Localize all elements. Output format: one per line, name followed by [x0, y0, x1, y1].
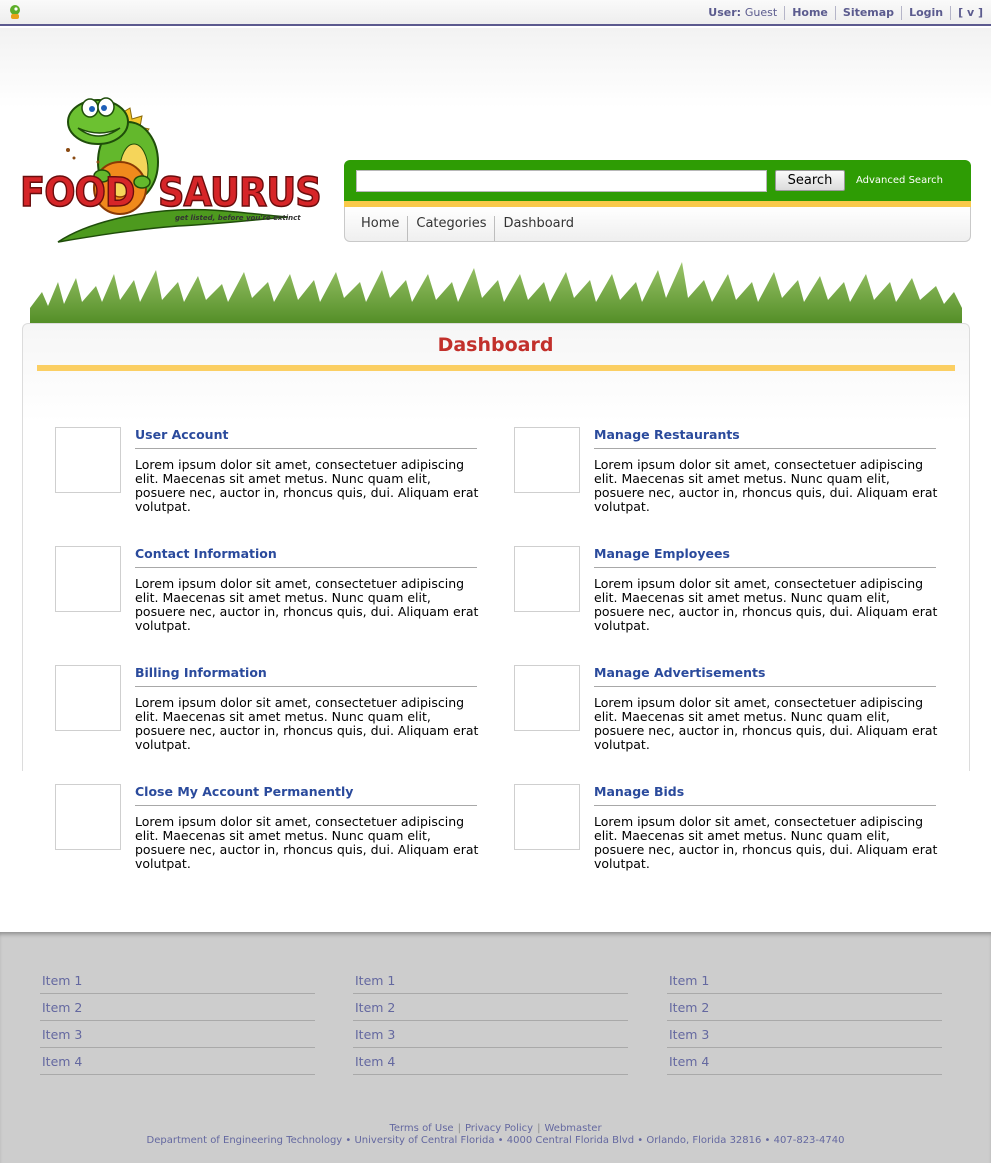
footer-link[interactable]: Item 2	[40, 994, 315, 1021]
item-title[interactable]: Manage Bids	[594, 784, 684, 799]
top-link-login[interactable]: Login	[902, 6, 952, 20]
footer-link[interactable]: Item 3	[40, 1021, 315, 1048]
footer-column-2: Item 1 Item 2 Item 3 Item 4	[353, 967, 628, 1075]
advanced-search-link[interactable]: Advanced Search	[856, 175, 943, 186]
nav-item-home[interactable]: Home	[353, 216, 409, 241]
privacy-link[interactable]: Privacy Policy	[465, 1123, 533, 1134]
dashboard-item-contact-information[interactable]: Contact Information Lorem ipsum dolor si…	[55, 546, 478, 646]
item-title[interactable]: Close My Account Permanently	[135, 784, 353, 799]
item-divider	[594, 448, 936, 449]
footer-link[interactable]: Item 1	[667, 967, 942, 994]
separator: |	[537, 1123, 541, 1134]
footer-link[interactable]: Item 3	[353, 1021, 628, 1048]
user-label: User:	[708, 6, 742, 19]
main-nav: Home Categories Dashboard	[344, 207, 971, 242]
item-thumbnail	[55, 665, 121, 731]
footer-link[interactable]: Item 3	[667, 1021, 942, 1048]
item-thumbnail	[55, 546, 121, 612]
footer-link[interactable]: Item 2	[353, 994, 628, 1021]
item-divider	[135, 448, 477, 449]
nav-item-categories[interactable]: Categories	[408, 216, 496, 241]
footer-column-1: Item 1 Item 2 Item 3 Item 4	[40, 967, 315, 1075]
terms-link[interactable]: Terms of Use	[389, 1123, 453, 1134]
item-divider	[594, 686, 936, 687]
item-description: Lorem ipsum dolor sit amet, consectetuer…	[594, 576, 938, 633]
dashboard-item-user-account[interactable]: User Account Lorem ipsum dolor sit amet,…	[55, 427, 478, 527]
item-title[interactable]: Billing Information	[135, 665, 267, 680]
item-thumbnail	[514, 784, 580, 850]
item-description: Lorem ipsum dolor sit amet, consectetuer…	[135, 576, 479, 633]
item-description: Lorem ipsum dolor sit amet, consectetuer…	[135, 814, 479, 871]
item-description: Lorem ipsum dolor sit amet, consectetuer…	[594, 457, 938, 514]
top-link-sitemap[interactable]: Sitemap	[836, 6, 903, 20]
top-links: User: Guest Home Sitemap Login [ v ]	[701, 6, 985, 20]
top-bar: User: Guest Home Sitemap Login [ v ]	[0, 0, 991, 26]
item-thumbnail	[514, 546, 580, 612]
nav-item-dashboard[interactable]: Dashboard	[495, 216, 582, 241]
item-divider	[135, 567, 477, 568]
item-title[interactable]: Manage Restaurants	[594, 427, 740, 442]
top-link-home[interactable]: Home	[785, 6, 836, 20]
item-thumbnail	[514, 665, 580, 731]
item-description: Lorem ipsum dolor sit amet, consectetuer…	[594, 695, 938, 752]
item-thumbnail	[55, 427, 121, 493]
title-rule	[37, 365, 955, 371]
footer-legal-links: Terms of Use | Privacy Policy | Webmaster	[0, 1123, 991, 1134]
footer-link[interactable]: Item 4	[40, 1048, 315, 1075]
dashboard-item-manage-restaurants[interactable]: Manage Restaurants Lorem ipsum dolor sit…	[514, 427, 937, 527]
dashboard-item-close-account[interactable]: Close My Account Permanently Lorem ipsum…	[55, 784, 478, 884]
item-title[interactable]: Manage Advertisements	[594, 665, 765, 680]
item-thumbnail	[55, 784, 121, 850]
item-description: Lorem ipsum dolor sit amet, consectetuer…	[594, 814, 938, 871]
footer-link[interactable]: Item 4	[353, 1048, 628, 1075]
dashboard-item-manage-advertisements[interactable]: Manage Advertisements Lorem ipsum dolor …	[514, 665, 937, 765]
item-divider	[594, 805, 936, 806]
top-link-view-toggle[interactable]: [ v ]	[951, 6, 985, 20]
dino-icon[interactable]	[6, 3, 24, 21]
dashboard-item-manage-bids[interactable]: Manage Bids Lorem ipsum dolor sit amet, …	[514, 784, 937, 884]
logo-tagline: get listed, before you're extinct	[175, 214, 301, 222]
item-title[interactable]: Contact Information	[135, 546, 277, 561]
svg-text:SAURUS: SAURUS	[158, 170, 321, 217]
item-thumbnail	[514, 427, 580, 493]
user-value: Guest	[744, 6, 778, 19]
user-status: User: Guest	[701, 6, 786, 20]
svg-text:FOOD: FOOD	[20, 170, 135, 217]
grass-decoration	[30, 262, 962, 328]
footer-link[interactable]: Item 2	[667, 994, 942, 1021]
item-divider	[594, 567, 936, 568]
item-title[interactable]: User Account	[135, 427, 228, 442]
webmaster-link[interactable]: Webmaster	[544, 1123, 601, 1134]
dashboard-item-manage-employees[interactable]: Manage Employees Lorem ipsum dolor sit a…	[514, 546, 937, 646]
search-button[interactable]: Search	[775, 170, 845, 191]
dashboard-item-billing-information[interactable]: Billing Information Lorem ipsum dolor si…	[55, 665, 478, 765]
footer-link[interactable]: Item 4	[667, 1048, 942, 1075]
item-divider	[135, 686, 477, 687]
item-description: Lorem ipsum dolor sit amet, consectetuer…	[135, 695, 479, 752]
footer-column-3: Item 1 Item 2 Item 3 Item 4	[667, 967, 942, 1075]
item-divider	[135, 805, 477, 806]
item-title[interactable]: Manage Employees	[594, 546, 730, 561]
separator: |	[457, 1123, 461, 1134]
site-logo[interactable]: FOOD SAURUS get listed, before you're ex…	[18, 92, 323, 252]
search-bar: Search Advanced Search	[344, 160, 971, 201]
footer-address: Department of Engineering Technology • U…	[146, 1135, 845, 1146]
search-panel: Search Advanced Search Home Categories D…	[344, 160, 971, 242]
search-input[interactable]	[356, 170, 767, 192]
item-description: Lorem ipsum dolor sit amet, consectetuer…	[135, 457, 479, 514]
footer-link[interactable]: Item 1	[40, 967, 315, 994]
footer-link[interactable]: Item 1	[353, 967, 628, 994]
page-title: Dashboard	[437, 334, 554, 356]
